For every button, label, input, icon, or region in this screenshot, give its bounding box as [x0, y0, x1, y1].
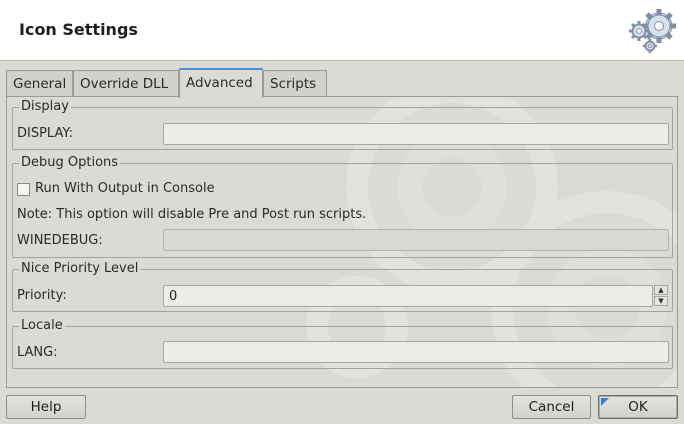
help-button[interactable]: Help — [6, 395, 86, 419]
gears-icon — [629, 9, 676, 53]
display-label: DISPLAY: — [17, 126, 73, 141]
lang-label: LANG: — [17, 345, 58, 360]
display-legend: Display — [19, 99, 71, 114]
run-with-output-checkbox[interactable] — [17, 183, 30, 196]
locale-legend: Locale — [19, 318, 65, 333]
ok-button[interactable]: OK — [598, 395, 678, 419]
debug-options-legend: Debug Options — [19, 155, 121, 170]
priority-label: Priority: — [17, 288, 67, 303]
winedebug-label: WINEDEBUG: — [17, 233, 103, 248]
lang-field[interactable] — [163, 341, 669, 363]
display-group: Display DISPLAY: — [12, 99, 673, 150]
debug-note: Note: This option will disable Pre and P… — [17, 207, 367, 222]
nice-priority-legend: Nice Priority Level — [19, 261, 141, 276]
locale-group: Locale LANG: — [12, 318, 673, 369]
spin-up-icon[interactable]: ▲ — [654, 285, 668, 295]
tab-advanced[interactable]: Advanced — [179, 68, 263, 98]
advanced-panel: Display DISPLAY: Debug Options Run With … — [6, 96, 678, 388]
nice-priority-group: Nice Priority Level Priority: ▲ ▼ — [12, 261, 673, 312]
cancel-button[interactable]: Cancel — [512, 395, 591, 419]
debug-options-group: Debug Options Run With Output in Console… — [12, 155, 673, 258]
dialog-header: Icon Settings — [0, 0, 684, 61]
dialog-title: Icon Settings — [19, 20, 138, 39]
display-field[interactable] — [163, 123, 669, 145]
tab-override-dll[interactable]: Override DLL — [73, 70, 179, 97]
spin-down-icon[interactable]: ▼ — [654, 296, 668, 306]
ok-button-label: OK — [628, 399, 648, 415]
run-with-output-label[interactable]: Run With Output in Console — [35, 181, 215, 196]
priority-spinbox[interactable] — [163, 285, 653, 307]
winedebug-field[interactable] — [163, 229, 669, 251]
focus-corner-icon — [601, 398, 609, 406]
tab-scripts[interactable]: Scripts — [263, 70, 327, 97]
tab-general[interactable]: General — [6, 70, 73, 97]
